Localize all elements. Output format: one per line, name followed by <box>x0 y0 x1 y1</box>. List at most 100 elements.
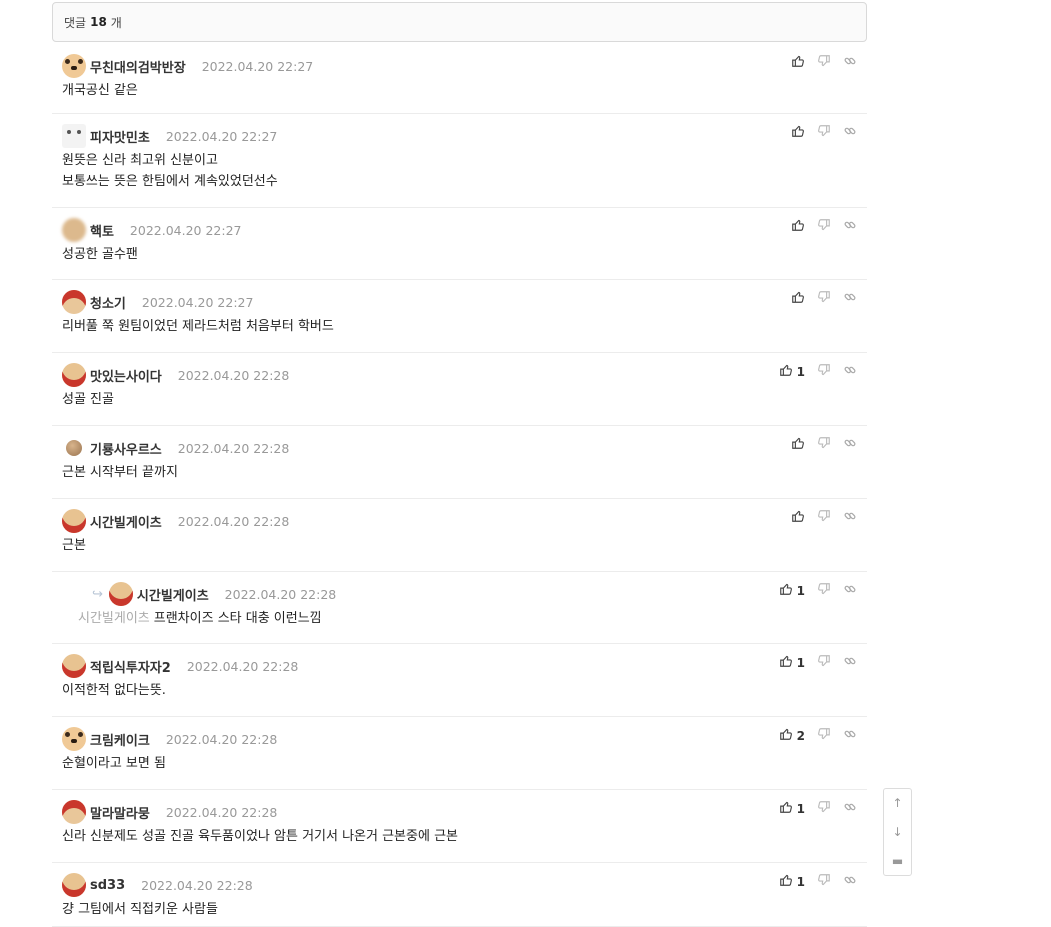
link-button[interactable] <box>843 124 857 141</box>
comment-date: 2022.04.20 22:28 <box>177 513 290 529</box>
dislike-button[interactable] <box>817 124 831 141</box>
dislike-button[interactable] <box>817 54 831 71</box>
dislike-button[interactable] <box>817 509 831 526</box>
nickname[interactable]: 적립식투자자2 <box>90 657 171 676</box>
dislike-button[interactable] <box>817 218 831 235</box>
thumbs-down-icon <box>817 218 831 235</box>
dislike-button[interactable] <box>817 727 831 744</box>
comment-body: 리버풀 쭉 원팀이었던 제라드처럼 처음부터 학버드 <box>62 316 334 337</box>
like-count: 1 <box>796 801 805 816</box>
like-button[interactable]: 1 <box>779 363 805 380</box>
avatar[interactable] <box>62 727 86 751</box>
nickname[interactable]: 시간빌게이츠 <box>90 512 162 531</box>
thumbs-up-icon <box>779 873 793 890</box>
comment-text-line: 성공한 골수팬 <box>62 247 138 262</box>
comment-text-line: 성골 진골 <box>62 392 114 407</box>
avatar[interactable] <box>62 800 86 824</box>
like-button[interactable]: 1 <box>779 800 805 817</box>
link-button[interactable] <box>843 654 857 671</box>
thumbs-down-icon <box>817 436 831 453</box>
comment-icon[interactable]: ▬ <box>892 855 903 867</box>
nickname[interactable]: 청소기 <box>90 293 126 312</box>
thumbs-down-icon <box>817 54 831 71</box>
like-button[interactable]: 1 <box>779 654 805 671</box>
link-button[interactable] <box>843 509 857 526</box>
avatar[interactable] <box>62 290 86 314</box>
comment-meta: 말라말라뭉 2022.04.20 22:28 <box>62 800 277 824</box>
comment-text-line: 신라 신분제도 성골 진골 육두품이었나 암튼 거기서 나온거 근본중에 근본 <box>62 829 458 844</box>
scroll-up-icon[interactable]: ↑ <box>892 797 902 809</box>
like-button[interactable] <box>791 436 805 453</box>
nickname[interactable]: 무친대의검박반장 <box>90 57 186 76</box>
comment-body: 근본 시작부터 끝까지 <box>62 462 178 483</box>
mention-link[interactable]: 시간빌게이츠 <box>78 611 150 626</box>
avatar[interactable] <box>66 440 82 456</box>
link-button[interactable] <box>843 218 857 235</box>
link-button[interactable] <box>843 290 857 307</box>
link-icon <box>843 582 857 599</box>
like-button[interactable] <box>791 509 805 526</box>
like-button[interactable]: 2 <box>779 727 805 744</box>
link-icon <box>843 54 857 71</box>
nickname[interactable]: 맛있는사이다 <box>90 366 162 385</box>
avatar[interactable] <box>62 654 86 678</box>
link-icon <box>843 124 857 141</box>
link-button[interactable] <box>843 436 857 453</box>
nickname[interactable]: 피자맛민초 <box>90 127 150 146</box>
dislike-button[interactable] <box>817 363 831 380</box>
comment-meta: 기룡사우르스 2022.04.20 22:28 <box>62 436 289 460</box>
scroll-down-icon[interactable]: ↓ <box>892 826 902 838</box>
comment-date: 2022.04.20 22:28 <box>165 804 278 820</box>
like-button[interactable] <box>791 54 805 71</box>
comment-meta: 시간빌게이츠 2022.04.20 22:28 <box>62 509 289 533</box>
dislike-button[interactable] <box>817 654 831 671</box>
link-button[interactable] <box>843 727 857 744</box>
like-count: 1 <box>796 655 805 670</box>
nickname[interactable]: sd33 <box>90 878 125 893</box>
dislike-button[interactable] <box>817 436 831 453</box>
dislike-button[interactable] <box>817 290 831 307</box>
link-button[interactable] <box>843 873 857 890</box>
avatar[interactable] <box>62 54 86 78</box>
link-button[interactable] <box>843 582 857 599</box>
like-button[interactable] <box>791 124 805 141</box>
comment: sd33 2022.04.20 22:28 걍 그팀에서 직접키운 사람들 1 <box>52 863 867 927</box>
avatar[interactable] <box>62 873 86 897</box>
link-button[interactable] <box>843 54 857 71</box>
like-count: 2 <box>796 728 805 743</box>
nickname[interactable]: 기룡사우르스 <box>90 439 162 458</box>
comment-date: 2022.04.20 22:28 <box>141 877 253 893</box>
comment-meta: 청소기 2022.04.20 22:27 <box>62 290 253 314</box>
avatar[interactable] <box>108 582 133 606</box>
comment-actions: 1 <box>779 800 857 817</box>
link-button[interactable] <box>843 363 857 380</box>
comment-actions: 1 <box>779 363 857 380</box>
dislike-button[interactable] <box>817 873 831 890</box>
avatar[interactable] <box>62 218 86 242</box>
comment-actions <box>791 124 857 141</box>
avatar[interactable] <box>62 509 86 533</box>
nickname[interactable]: 핵토 <box>90 221 114 240</box>
thumbs-down-icon <box>817 800 831 817</box>
comment-text-line: 걍 그팀에서 직접키운 사람들 <box>62 902 218 917</box>
like-button[interactable]: 1 <box>779 582 805 599</box>
dislike-button[interactable] <box>817 800 831 817</box>
avatar[interactable] <box>62 363 86 387</box>
like-button[interactable] <box>791 218 805 235</box>
comment-meta: ↪ 시간빌게이츠 2022.04.20 22:28 <box>62 582 336 606</box>
comment-meta: sd33 2022.04.20 22:28 <box>62 873 253 897</box>
avatar[interactable] <box>62 124 86 148</box>
link-button[interactable] <box>843 800 857 817</box>
comment-body: 원뜻은 신라 최고위 신분이고 보통쓰는 뜻은 한팀에서 계속있었던선수 <box>62 150 278 192</box>
comment: 말라말라뭉 2022.04.20 22:28 신라 신분제도 성골 진골 육두품이었… <box>52 790 867 863</box>
thumbs-up-icon <box>791 54 805 71</box>
nickname[interactable]: 말라말라뭉 <box>90 803 150 822</box>
nickname[interactable]: 크림케이크 <box>90 730 150 749</box>
nickname[interactable]: 시간빌게이츠 <box>137 585 209 604</box>
comment-actions <box>791 290 857 307</box>
comment-body: 이적한적 없다는뜻. <box>62 680 166 701</box>
dislike-button[interactable] <box>817 582 831 599</box>
thumbs-up-icon <box>791 218 805 235</box>
like-button[interactable] <box>791 290 805 307</box>
like-button[interactable]: 1 <box>779 873 805 890</box>
